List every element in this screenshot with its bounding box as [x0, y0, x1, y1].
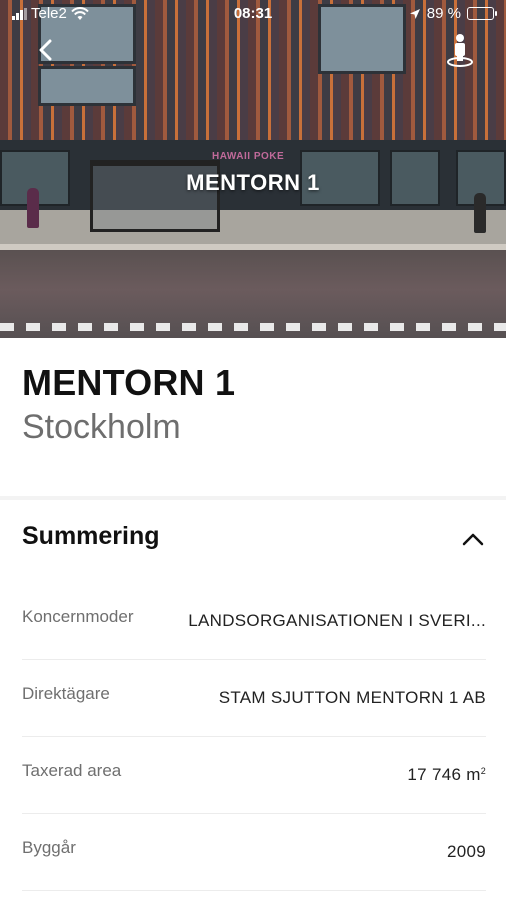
pedestrian [474, 193, 486, 233]
summary-section-header[interactable]: Summering [0, 518, 506, 562]
row-value: STAM SJUTTON MENTORN 1 AB [218, 688, 486, 707]
row-label: Taxerad area [22, 761, 122, 780]
property-city: Stockholm [22, 408, 181, 446]
status-right: 89 % [409, 5, 497, 22]
row-value: 17 746 m2 [407, 765, 486, 785]
area-unit-superscript: 2 [480, 766, 486, 776]
summary-row: Koncernmoder LANDSORGANISATIONEN I SVERI… [22, 583, 486, 660]
section-divider [0, 496, 506, 500]
row-label: Direktägare [22, 684, 110, 703]
hero-title: MENTORN 1 [186, 170, 320, 195]
status-bar: Tele2 08:31 89 % [0, 0, 506, 30]
row-value: 2009 [446, 842, 486, 861]
row-value: LANDSORGANISATIONEN I SVERI... [188, 611, 486, 630]
battery-icon [467, 7, 497, 20]
street-view-person-icon [447, 34, 473, 67]
chevron-left-icon [39, 39, 52, 61]
summary-row: Byggår 2009 [22, 814, 486, 891]
summary-row: Direktägare STAM SJUTTON MENTORN 1 AB [22, 660, 486, 737]
row-label: Byggår [22, 838, 76, 857]
battery-percent: 89 % [426, 5, 461, 22]
back-button[interactable] [30, 34, 62, 66]
collapse-button[interactable] [458, 524, 488, 554]
sidewalk [0, 210, 506, 248]
chevron-up-icon [462, 533, 484, 546]
storefront-sign: HAWAII POKE [212, 151, 285, 162]
location-arrow-icon [409, 8, 420, 19]
row-label: Koncernmoder [22, 607, 134, 626]
area-value: 17 746 m [407, 765, 481, 784]
road-markings [0, 323, 506, 331]
summary-heading: Summering [22, 522, 160, 550]
property-header: MENTORN 1 Stockholm [22, 362, 235, 448]
building-window [38, 66, 136, 106]
summary-row: Taxerad area 17 746 m2 [22, 737, 486, 814]
hero-street-image: HAWAII POKE MENTORN 1 [0, 0, 506, 338]
street-view-button[interactable] [442, 32, 478, 68]
property-name: MENTORN 1 [22, 362, 236, 403]
